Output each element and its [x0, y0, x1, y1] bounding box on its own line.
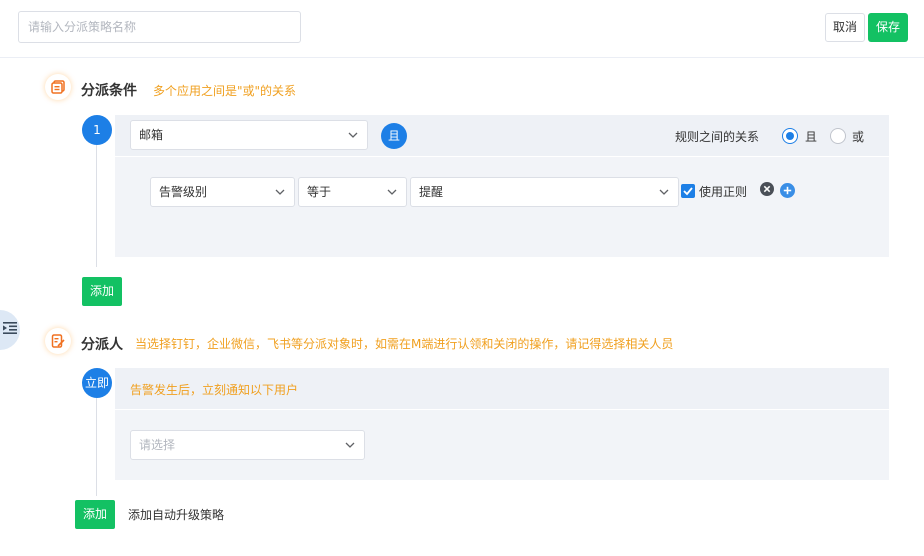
save-button[interactable]: 保存 — [868, 13, 908, 42]
rule-value-value: 提醒 — [419, 185, 444, 199]
add-condition-button[interactable]: 添加 — [82, 277, 122, 306]
relation-label: 规则之间的关系 — [675, 130, 760, 144]
add-escalation-button[interactable]: 添加 — [75, 500, 115, 529]
regex-checkbox[interactable] — [681, 184, 695, 198]
add-rule-icon[interactable] — [780, 183, 795, 198]
checkmark-icon — [683, 187, 693, 196]
remove-rule-icon[interactable] — [760, 182, 774, 196]
conditions-icon — [45, 74, 71, 100]
sidebar-toggle[interactable] — [0, 310, 20, 350]
rule-operator-select[interactable]: 等于 — [298, 177, 407, 207]
chevron-down-icon — [348, 132, 358, 138]
assignee-icon — [45, 328, 71, 354]
regex-label: 使用正则 — [699, 185, 748, 199]
rule-value-select[interactable]: 提醒 — [410, 177, 679, 207]
escalation-label: 添加自动升级策略 — [128, 508, 225, 522]
conditions-title: 分派条件 — [81, 83, 137, 99]
channel-select-value: 邮箱 — [139, 128, 164, 142]
chevron-down-icon — [275, 189, 285, 195]
conditions-hint: 多个应用之间是"或"的关系 — [153, 84, 297, 98]
condition-rules-panel — [115, 157, 889, 257]
user-select[interactable]: 请选择 — [130, 430, 365, 460]
notify-text: 告警发生后，立刻通知以下用户 — [130, 383, 299, 397]
rule-field-value: 告警级别 — [159, 185, 208, 199]
timeline-line — [96, 145, 97, 267]
channel-select[interactable]: 邮箱 — [130, 120, 368, 150]
user-select-placeholder: 请选择 — [139, 438, 176, 452]
rule-field-select[interactable]: 告警级别 — [150, 177, 295, 207]
timeline-line — [96, 398, 97, 496]
assignee-hint: 当选择钉钉，企业微信，飞书等分派对象时，如需在M端进行认领和关闭的操作，请记得选… — [135, 337, 674, 351]
top-divider — [0, 57, 924, 58]
cancel-button[interactable]: 取消 — [825, 13, 865, 42]
relation-or-label: 或 — [852, 130, 865, 144]
chevron-down-icon — [659, 189, 669, 195]
relation-radio-and[interactable] — [782, 128, 798, 144]
relation-radio-or[interactable] — [830, 128, 846, 144]
chevron-down-icon — [387, 189, 397, 195]
indent-icon — [3, 322, 17, 338]
relation-and-label: 且 — [805, 130, 818, 144]
and-badge: 且 — [381, 123, 407, 149]
chevron-down-icon — [345, 442, 355, 448]
assignee-title: 分派人 — [81, 337, 123, 353]
step-immediate-badge: 立即 — [82, 368, 112, 398]
rule-operator-value: 等于 — [307, 185, 332, 199]
strategy-name-input[interactable] — [18, 11, 301, 43]
step-number-badge: 1 — [82, 115, 112, 145]
